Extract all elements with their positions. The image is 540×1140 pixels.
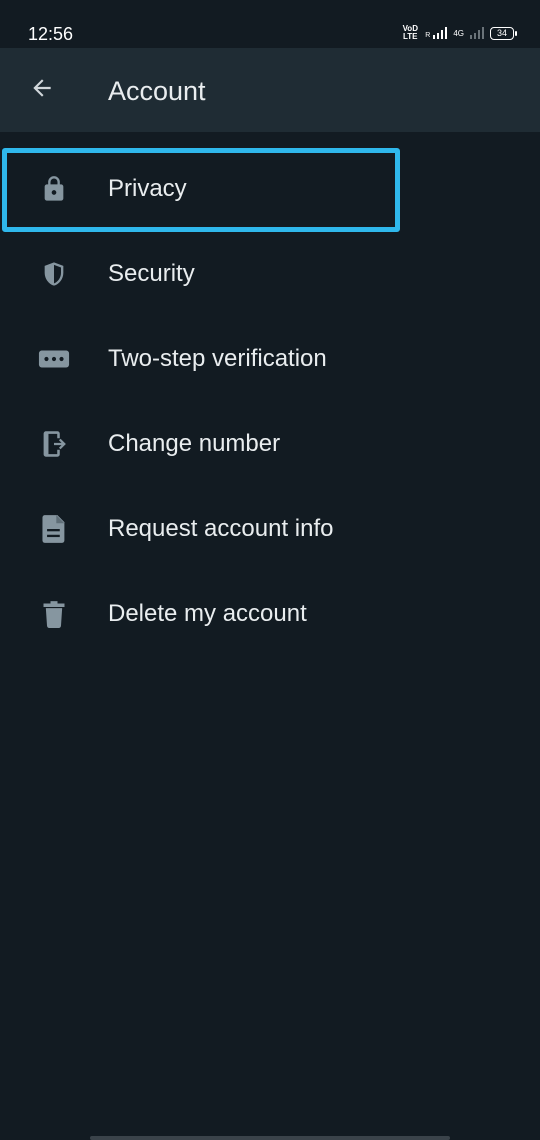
shield-icon [38,258,70,290]
trash-icon [38,598,70,630]
menu-item-request-account-info[interactable]: Request account info [0,486,540,571]
status-time: 12:56 [28,24,74,44]
back-button[interactable] [20,68,64,112]
signal-icon-secondary [470,27,484,39]
menu-item-label: Two-step verification [108,344,327,372]
signal-icon: R [425,27,448,39]
lock-icon [38,173,70,205]
roaming-indicator: R [425,32,431,39]
menu-item-label: Privacy [108,174,187,202]
document-icon [38,513,70,545]
status-icons: VoD LTE R 4G 34 [401,24,517,42]
app-bar: Account [0,48,540,132]
volte-indicator: VoD LTE [402,24,418,41]
status-bar: 12:56 VoD LTE R 4G 34 [0,0,540,48]
menu-item-label: Delete my account [108,599,307,627]
menu-item-change-number[interactable]: Change number [0,401,540,486]
network-type: 4G [453,28,464,38]
menu-item-label: Request account info [108,514,334,542]
menu-item-privacy[interactable]: Privacy [0,146,540,231]
menu-item-security[interactable]: Security [0,231,540,316]
menu-item-two-step-verification[interactable]: Two-step verification [0,316,540,401]
menu-item-label: Change number [108,429,281,457]
dots-password-icon [38,343,70,375]
phone-swap-icon [38,428,70,460]
account-menu: Privacy Security Two-step verification C… [0,146,540,656]
battery-icon: 34 [490,26,517,40]
menu-item-delete-my-account[interactable]: Delete my account [0,571,540,656]
menu-item-label: Security [108,259,195,287]
navigation-handle [90,1136,450,1140]
arrow-left-icon [29,75,55,106]
page-title: Account [108,76,206,106]
